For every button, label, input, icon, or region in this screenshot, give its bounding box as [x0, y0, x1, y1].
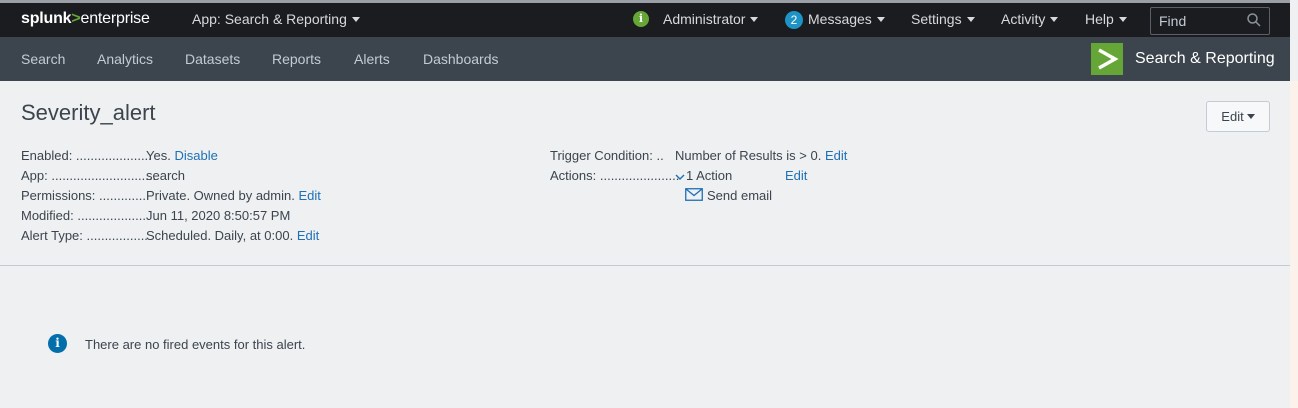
detail-label: Alert Type: .................	[21, 228, 148, 243]
brand-sub: enterprise	[80, 10, 150, 27]
chevron-down-icon	[1246, 114, 1255, 120]
splunk-logo[interactable]: splunk>enterprise	[21, 10, 150, 28]
top-bar: splunk>enterprise App: Search & Reportin…	[0, 0, 1290, 37]
fired-events-panel: i There are no fired events for this ale…	[0, 266, 1290, 408]
detail-label: Permissions: .............	[21, 188, 146, 203]
empty-state-message: There are no fired events for this alert…	[85, 337, 306, 352]
chevron-down-icon	[351, 16, 360, 22]
detail-value: Scheduled. Daily, at 0:00. Edit	[146, 228, 320, 243]
messages-count-badge[interactable]: 2	[785, 11, 803, 29]
nav-reports[interactable]: Reports	[272, 51, 321, 67]
detail-value: Yes. Disable	[146, 148, 218, 163]
activity-label: Activity	[1001, 11, 1046, 27]
detail-label: App: .............................	[21, 168, 157, 183]
help-menu[interactable]: Help	[1085, 11, 1127, 27]
nav-datasets[interactable]: Datasets	[185, 51, 240, 67]
app-menu[interactable]: App: Search & Reporting	[192, 11, 360, 27]
detail-value: Jun 11, 2020 8:50:57 PM	[146, 208, 291, 223]
chevron-down-icon	[1050, 16, 1059, 22]
user-label: Administrator	[663, 11, 746, 27]
alert-details: Severity_alert Edit Enabled: ...........…	[0, 81, 1290, 266]
detail-label: Modified: ...................	[21, 208, 146, 223]
mail-icon	[685, 188, 703, 201]
settings-menu[interactable]: Settings	[911, 11, 975, 27]
edit-trigger-link[interactable]: Edit	[825, 148, 847, 163]
action-item-send-email: Send email	[685, 188, 772, 203]
nav-dashboards[interactable]: Dashboards	[423, 51, 499, 67]
settings-label: Settings	[911, 11, 962, 27]
edit-button-label: Edit	[1221, 109, 1244, 124]
detail-label: Enabled: .....................	[21, 148, 152, 163]
nav-analytics[interactable]: Analytics	[97, 51, 153, 67]
actions-toggle[interactable]: 1 Action	[675, 168, 732, 183]
info-icon[interactable]: i	[633, 11, 649, 27]
edit-actions-link[interactable]: Edit	[785, 168, 807, 183]
user-menu[interactable]: Administrator	[663, 11, 759, 27]
chevron-down-icon	[1118, 16, 1127, 22]
help-label: Help	[1085, 11, 1114, 27]
chevron-down-icon	[966, 16, 975, 22]
edit-dropdown-button[interactable]: Edit	[1206, 101, 1270, 132]
edit-alert-type-link[interactable]: Edit	[297, 228, 319, 243]
app-title[interactable]: Search & Reporting	[1135, 50, 1275, 68]
disable-link[interactable]: Disable	[174, 148, 217, 163]
detail-label: Trigger Condition: ..	[550, 148, 664, 163]
chevron-down-icon	[750, 16, 759, 22]
edit-permissions-link[interactable]: Edit	[298, 188, 320, 203]
search-icon[interactable]	[1247, 13, 1261, 27]
app-bar: Search Analytics Datasets Reports Alerts…	[0, 37, 1290, 81]
nav-search[interactable]: Search	[21, 51, 65, 67]
chevron-down-icon	[876, 16, 885, 22]
detail-label: Actions: ......................	[550, 168, 680, 183]
activity-menu[interactable]: Activity	[1001, 11, 1059, 27]
chevron-down-icon	[675, 174, 685, 180]
detail-value: Number of Results is > 0. Edit	[675, 148, 848, 163]
brand-separator: >	[71, 10, 81, 27]
messages-menu[interactable]: Messages	[808, 11, 885, 27]
detail-value: Private. Owned by admin. Edit	[146, 188, 321, 203]
app-menu-label: App: Search & Reporting	[192, 11, 347, 27]
nav-alerts[interactable]: Alerts	[354, 51, 390, 67]
page-edge	[1290, 81, 1298, 408]
messages-label: Messages	[808, 11, 872, 27]
info-icon: i	[48, 334, 67, 353]
app-logo-icon[interactable]	[1091, 43, 1123, 75]
detail-value: search	[146, 168, 186, 183]
brand-main: splunk	[21, 10, 72, 27]
page-title: Severity_alert	[21, 100, 156, 125]
